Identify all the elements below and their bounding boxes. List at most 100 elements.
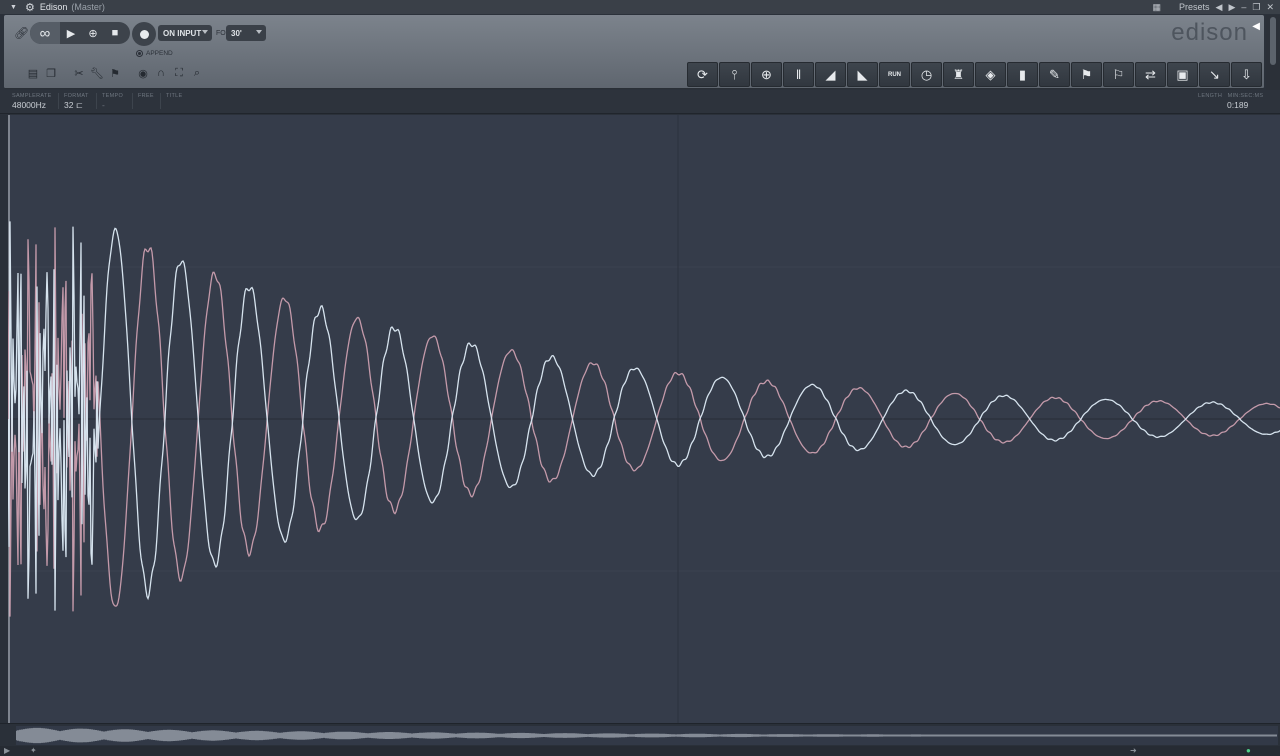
presets-label[interactable]: Presets	[1179, 2, 1210, 12]
marker-tool-icon: ⚐	[1112, 66, 1125, 82]
zoom-icon[interactable]: ⌕	[190, 66, 204, 80]
tool-buttons: ⟳ ⫯ ⊕ ǁ ◢ ◣ RUN ◷ ♜ ◈ ▮ ✎ ⚑ ⚐ ⇄ ▣ ↘ ⇩	[687, 62, 1262, 87]
tool-button-add-marker[interactable]: ⚑	[1071, 62, 1102, 87]
tool-button-swap[interactable]: ⇄	[1135, 62, 1166, 87]
overview-scrollbar[interactable]	[15, 726, 1278, 745]
record-mode-value: ON INPUT	[163, 28, 202, 38]
spectrum-icon: ▮	[1018, 66, 1027, 82]
title-bar-controls: ▦ Presets ◀ ▶ – ❐ ✕	[1152, 0, 1274, 14]
vertical-scrollbar[interactable]	[1270, 17, 1276, 65]
loop-icon: ∞	[39, 24, 51, 42]
tool-button-marker-tool[interactable]: ⚐	[1103, 62, 1134, 87]
control-panel: 🔗︎ ∞ ▶ ⊕ ■ ON INPUT FOR 30' APPEND ▤ ❐ ✂…	[4, 15, 1264, 89]
tool-button-reverb[interactable]: ♜	[943, 62, 974, 87]
jog-button[interactable]: ⊕	[82, 22, 104, 44]
format-value[interactable]: 32 ⊏	[64, 100, 89, 111]
tempo-icon: ◷	[920, 66, 933, 82]
fade-in-icon: ◢	[825, 66, 836, 82]
duration-select[interactable]: 30'	[226, 25, 266, 41]
grid-icon[interactable]: ▦	[1152, 2, 1161, 13]
window-title: Edison	[39, 2, 68, 12]
center-icon: ⊕	[761, 66, 772, 82]
pencil-icon: ✎	[1049, 66, 1060, 82]
restore-icon[interactable]: ❐	[1252, 2, 1260, 13]
title-field: TITLE	[166, 93, 182, 99]
tempo-value[interactable]: -	[102, 100, 123, 110]
link-icon[interactable]: 🔗︎	[14, 26, 29, 40]
append-label: APPEND	[146, 50, 173, 57]
declick-icon: ǁ	[795, 67, 802, 82]
window-subtitle: (Master)	[71, 2, 105, 12]
chevron-down-icon	[256, 30, 262, 34]
record-mode-select[interactable]: ON INPUT	[158, 25, 212, 41]
samplerate-value[interactable]: 48000Hz	[12, 100, 52, 110]
save-file-icon[interactable]: ▤	[26, 66, 40, 80]
status-indicator-icon: ●	[1246, 746, 1251, 755]
play-button[interactable]: ▶	[60, 22, 82, 44]
fade-out-icon: ◣	[857, 66, 868, 82]
marker-small-icon[interactable]: ✦	[30, 746, 37, 755]
tool-button-drag[interactable]: ↘	[1199, 62, 1230, 87]
tempo-label: TEMPO	[102, 93, 124, 99]
tool-button-tempo[interactable]: ◷	[911, 62, 942, 87]
marker-flag-icon[interactable]: ⚑	[108, 66, 122, 80]
left-strip	[0, 115, 8, 723]
overview-waveform	[15, 727, 1277, 744]
cut-icon[interactable]: ✂	[72, 66, 86, 80]
snap-magnet-icon[interactable]: ∩	[154, 66, 168, 80]
blur-icon: ◈	[985, 66, 996, 82]
tool-button-amplify[interactable]: ⫯	[719, 62, 750, 87]
next-preset-icon[interactable]: ▶	[1228, 2, 1235, 13]
select-all-icon[interactable]: ⛶	[172, 66, 186, 80]
gear-icon[interactable]: ⚙	[25, 1, 35, 14]
tool-button-save[interactable]: ▣	[1167, 62, 1198, 87]
prev-preset-icon[interactable]: ◀	[1216, 2, 1223, 13]
loop-button[interactable]: ∞	[30, 22, 60, 44]
tool-button-spectrum[interactable]: ▮	[1007, 62, 1038, 87]
waveform-view[interactable]	[8, 115, 1280, 723]
record-icon	[139, 29, 149, 39]
arrow-small-icon[interactable]: ➜	[1130, 746, 1137, 755]
tool-button-normalize[interactable]: ⟳	[687, 62, 718, 87]
append-radio[interactable]	[136, 50, 143, 57]
append-option[interactable]: APPEND	[136, 50, 173, 57]
speaker-icon: ◀	[1252, 21, 1260, 32]
chevron-down-icon	[202, 30, 208, 34]
save-icon: ▣	[1176, 66, 1189, 82]
waveform-canvas[interactable]	[8, 115, 1280, 723]
window-menu-arrow-icon[interactable]: ▼	[10, 4, 17, 11]
tool-button-send-to-playlist[interactable]: ⇩	[1231, 62, 1262, 87]
edison-window: ▼ ⚙ Edison (Master) ▦ Presets ◀ ▶ – ❐ ✕ …	[0, 0, 1280, 756]
title-label: TITLE	[166, 93, 183, 99]
length-field: LENGTH MIN:SEC:MS 0:189	[1198, 93, 1263, 110]
minimize-icon[interactable]: –	[1241, 2, 1246, 12]
tool-button-blur[interactable]: ◈	[975, 62, 1006, 87]
tool-button-declick[interactable]: ǁ	[783, 62, 814, 87]
stop-icon: ■	[111, 27, 119, 39]
stop-button[interactable]: ■	[104, 22, 126, 44]
tool-button-run[interactable]: RUN	[879, 62, 910, 87]
jog-icon: ⊕	[88, 27, 98, 40]
send-to-playlist-icon: ⇩	[1241, 66, 1252, 82]
samplerate-label: SAMPLERATE	[12, 93, 52, 99]
view-eye-icon[interactable]: ◉	[136, 66, 150, 80]
free-label: FREE	[138, 93, 154, 99]
format-icon: ⊏	[75, 100, 83, 110]
tool-button-fade-out[interactable]: ◣	[847, 62, 878, 87]
tool-button-pencil[interactable]: ✎	[1039, 62, 1070, 87]
transport-controls: ∞ ▶ ⊕ ■	[30, 22, 130, 44]
drag-icon: ↘	[1209, 66, 1220, 82]
play-small-icon[interactable]: ▶	[4, 746, 10, 755]
close-icon[interactable]: ✕	[1266, 2, 1274, 13]
info-bar: SAMPLERATE 48000Hz FORMAT 32 ⊏ TEMPO - F…	[0, 90, 1280, 114]
overview-trace	[15, 727, 1277, 744]
copy-icon[interactable]: ❐	[44, 66, 58, 80]
tool-button-center[interactable]: ⊕	[751, 62, 782, 87]
waveform-overview[interactable]	[0, 723, 1280, 746]
tools-wrench-icon[interactable]: 🔧︎	[90, 66, 104, 80]
tempo-field: TEMPO -	[102, 93, 123, 110]
record-button[interactable]	[132, 22, 156, 46]
bottom-toolbar: ▶ ✦ ➜ ●	[0, 746, 1280, 756]
format-label: FORMAT	[64, 93, 89, 99]
tool-button-fade-in[interactable]: ◢	[815, 62, 846, 87]
